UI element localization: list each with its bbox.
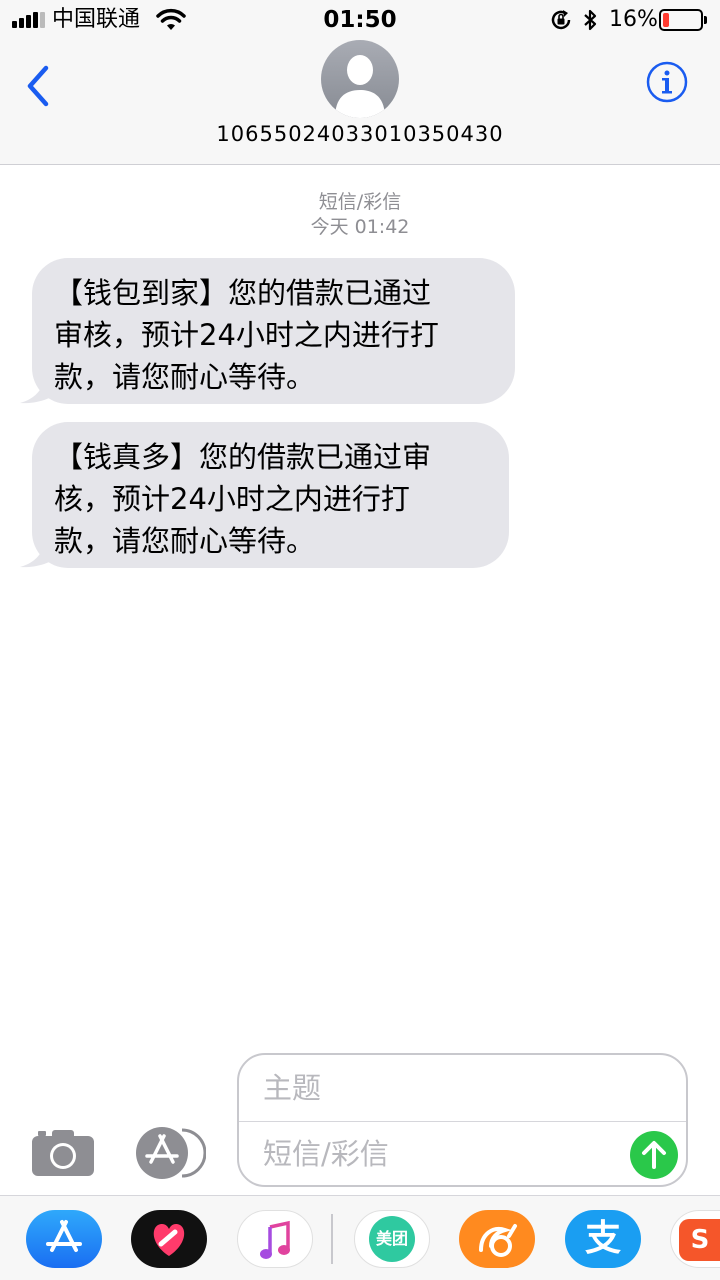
- message-line: 核，预计24小时之内进行打: [54, 482, 410, 516]
- message-line: 审核，预计24小时之内进行打: [54, 318, 439, 352]
- app-drawer-sogou-icon[interactable]: S: [670, 1210, 720, 1268]
- camera-icon[interactable]: [32, 1126, 96, 1178]
- message-timestamp: 今天 01:42: [310, 216, 410, 238]
- info-icon[interactable]: [645, 60, 689, 104]
- app-drawer-separator: [331, 1214, 333, 1264]
- battery-percentage: 16%: [609, 7, 658, 32]
- app-drawer-alipay-icon[interactable]: 支: [565, 1210, 641, 1268]
- battery-level-fill: [663, 13, 669, 27]
- send-button[interactable]: [630, 1131, 678, 1179]
- message-line: 款，请您耐心等待。: [54, 360, 316, 394]
- compose-box: [237, 1053, 688, 1187]
- message-line: 【钱真多】您的借款已通过审: [54, 440, 432, 474]
- app-drawer-digital-touch-icon[interactable]: [131, 1210, 207, 1268]
- status-bar: 中国联通 01:50 16%: [0, 0, 720, 40]
- message-bubble[interactable]: 【钱真多】您的借款已通过审 核，预计24小时之内进行打 款，请您耐心等待。: [32, 422, 509, 568]
- rotation-lock-icon: [551, 10, 571, 30]
- app-store-icon[interactable]: [134, 1126, 206, 1180]
- message-line: 【钱包到家】您的借款已通过: [54, 276, 432, 310]
- alipay-label: 支: [584, 1218, 621, 1259]
- app-drawer-meituan-icon[interactable]: 美团: [354, 1210, 430, 1268]
- app-drawer: 美团 支 S: [0, 1195, 720, 1280]
- app-drawer-music-icon[interactable]: [237, 1210, 313, 1268]
- bluetooth-icon: [584, 9, 597, 31]
- message-input[interactable]: [239, 1122, 619, 1186]
- message-type-label: 短信/彩信: [318, 191, 402, 213]
- battery-icon: [659, 9, 707, 31]
- send-arrow-icon: [642, 1141, 666, 1169]
- contact-number[interactable]: 10655024033010350430: [0, 120, 720, 148]
- app-drawer-app-store-icon[interactable]: [26, 1210, 102, 1268]
- conversation-header: 10655024033010350430: [0, 40, 720, 165]
- message-line: 款，请您耐心等待。: [54, 524, 316, 558]
- meituan-label: 美团: [375, 1229, 408, 1248]
- sogou-label: S: [690, 1225, 710, 1255]
- back-chevron-icon[interactable]: [20, 62, 56, 110]
- contact-avatar-icon[interactable]: [321, 40, 399, 118]
- message-bubble[interactable]: 【钱包到家】您的借款已通过 审核，预计24小时之内进行打 款，请您耐心等待。: [32, 258, 515, 404]
- app-drawer-uc-browser-icon[interactable]: [459, 1210, 535, 1268]
- subject-input[interactable]: [239, 1055, 686, 1121]
